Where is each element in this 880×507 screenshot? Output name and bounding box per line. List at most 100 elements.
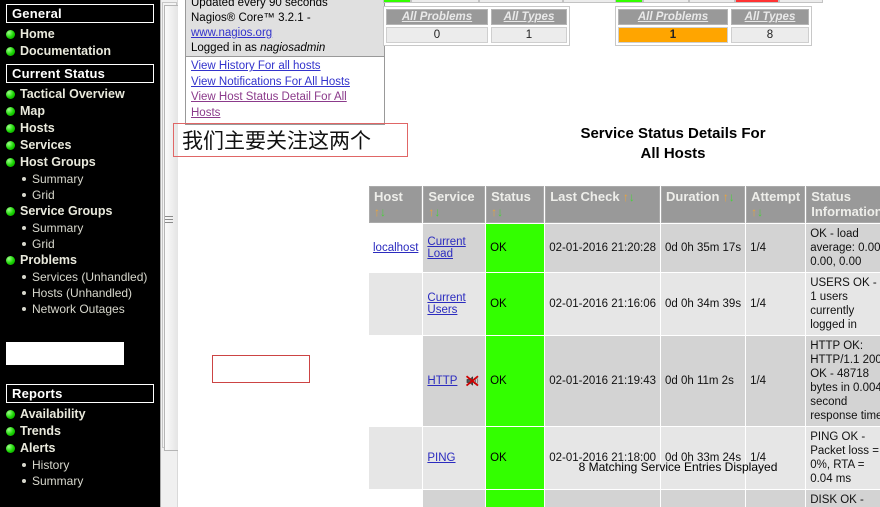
service-link[interactable]: Current Load (427, 236, 481, 260)
sidebar-subitem-grid[interactable]: Grid (0, 236, 160, 252)
cell-status-information: DISK OK - free space: / 36511 MB (95% in… (806, 490, 880, 507)
sort-descending-icon[interactable]: ↓ (434, 205, 440, 219)
sidebar-subitem-services-unhandled[interactable]: Services (Unhandled) (0, 269, 160, 285)
service-summary-strip-cell: 7 (615, 0, 643, 3)
column-header-host[interactable]: Host ↑↓ (369, 186, 423, 223)
sidebar-item-availability[interactable]: Availability (0, 406, 160, 423)
service-summary-header-all-problems[interactable]: All Problems (618, 9, 728, 25)
sort-descending-icon[interactable]: ↓ (497, 205, 503, 219)
sidebar-subitem-label: Hosts (Unhandled) (32, 286, 133, 300)
sidebar-subitem-network-outages[interactable]: Network Outages (0, 301, 160, 317)
sidebar-item-trends[interactable]: Trends (0, 423, 160, 440)
cell-last-check: 02-01-2016 21:16:06 (545, 273, 660, 335)
sidebar-subitem-summary[interactable]: Summary (0, 473, 160, 489)
service-link[interactable]: HTTP (427, 375, 457, 387)
sidebar-item-label: Services (20, 138, 72, 152)
cell-status: OK (486, 273, 545, 335)
sidebar-search-input[interactable] (6, 342, 124, 365)
cell-status: OK (486, 224, 545, 272)
service-summary-totals-values: 18 (618, 27, 809, 43)
service-link[interactable]: Current Users (427, 292, 481, 316)
status-dot-icon (6, 444, 15, 453)
column-header-duration[interactable]: Duration ↑↓ (661, 186, 746, 223)
service-summary-strip-cell: 0 (779, 0, 823, 3)
cell-host (369, 490, 423, 507)
cell-host (369, 336, 423, 426)
host-summary-strip-cell: 1 (383, 0, 411, 3)
view-history-link[interactable]: View History For all hosts (191, 60, 321, 72)
column-header-service[interactable]: Service ↑↓ (423, 186, 486, 223)
sidebar-item-host-groups[interactable]: Host Groups (0, 154, 160, 171)
service-summary-totals-header: All Problems All Types (618, 9, 809, 25)
sidebar: General Home Documentation Current Status Ta… (0, 0, 160, 507)
cell-service: HTTP (423, 336, 486, 426)
cell-attempt: 1/4 (746, 273, 806, 335)
sidebar-item-service-groups[interactable]: Service Groups (0, 203, 160, 220)
service-link[interactable]: PING (427, 452, 455, 464)
column-label: Status (491, 189, 531, 204)
column-header-status[interactable]: Status ↑↓ (486, 186, 545, 223)
sort-descending-icon[interactable]: ↓ (629, 190, 635, 204)
sidebar-item-label: Tactical Overview (20, 87, 125, 101)
column-header-attempt[interactable]: Attempt ↑↓ (746, 186, 806, 223)
sidebar-item-documentation[interactable]: Documentation (0, 43, 160, 60)
logged-in-text: Logged in as nagiosadmin (191, 42, 326, 54)
cell-status-information: OK - load average: 0.00, 0.00, 0.00 (806, 224, 880, 272)
column-label: Duration (666, 189, 720, 204)
cell-host (369, 427, 423, 489)
sidebar-item-hosts[interactable]: Hosts (0, 120, 160, 137)
view-host-status-detail-link[interactable]: View Host Status Detail For All Hosts (191, 91, 347, 119)
service-status-summary: 70010All ProblemsAll Types18 (615, 0, 823, 46)
sidebar-subitem-history[interactable]: History (0, 457, 160, 473)
cell-duration: 0d 0h 32m 47s (661, 490, 746, 507)
sort-descending-icon[interactable]: ↓ (380, 205, 386, 219)
scrollbar-track[interactable] (162, 2, 179, 451)
cell-status: OK (486, 490, 545, 507)
sidebar-item-tactical-overview[interactable]: Tactical Overview (0, 86, 160, 103)
bullet-icon (22, 193, 26, 197)
nagios-website-link[interactable]: www.nagios.org (191, 27, 272, 39)
column-header-status-information[interactable]: Status Information (806, 186, 880, 223)
sidebar-item-map[interactable]: Map (0, 103, 160, 120)
annotation-box-hosts-services: 我们主要关注这两个 (173, 123, 408, 157)
sidebar-item-services[interactable]: Services (0, 137, 160, 154)
cell-status-information: USERS OK - 1 users currently logged in (806, 273, 880, 335)
host-summary-header-all-problems[interactable]: All Problems (386, 9, 488, 25)
cell-last-check: 02-01-2016 21:17:58 (545, 490, 660, 507)
sidebar-subitem-label: Summary (32, 221, 84, 235)
frame-splitter-scrollbar[interactable] (160, 0, 179, 507)
service-cell-content: Current Load (427, 236, 481, 260)
cell-attempt: 1/4 (746, 490, 806, 507)
sidebar-item-label: Availability (20, 407, 86, 421)
sort-ascending-icon[interactable]: ↑ (620, 190, 629, 204)
cell-duration: 0d 0h 34m 39s (661, 273, 746, 335)
sidebar-subitem-summary[interactable]: Summary (0, 220, 160, 236)
sidebar-subitem-summary[interactable]: Summary (0, 171, 160, 187)
service-summary-header-all-types[interactable]: All Types (731, 9, 809, 25)
splitter-grip-icon[interactable] (165, 216, 173, 223)
column-header-last-check[interactable]: Last Check ↑↓ (545, 186, 660, 223)
sort-descending-icon[interactable]: ↓ (729, 190, 735, 204)
update-interval-text: Updated every 90 seconds (191, 0, 328, 9)
bullet-icon (22, 291, 26, 295)
sidebar-subitem-grid[interactable]: Grid (0, 187, 160, 203)
scrollbar-thumb[interactable] (164, 5, 179, 451)
sort-descending-icon[interactable]: ↓ (757, 205, 763, 219)
bullet-icon (22, 242, 26, 246)
column-label: Host (374, 189, 403, 204)
sort-ascending-icon[interactable]: ↑ (719, 190, 729, 204)
status-dot-icon (6, 141, 15, 150)
sidebar-item-alerts[interactable]: Alerts (0, 440, 160, 457)
view-notifications-link[interactable]: View Notifications For All Hosts (191, 76, 350, 88)
sidebar-item-home[interactable]: Home (0, 26, 160, 43)
status-dot-icon (6, 47, 15, 56)
sidebar-item-problems[interactable]: Problems (0, 252, 160, 269)
sidebar-subitem-label: Summary (32, 172, 84, 186)
host-summary-header-all-types[interactable]: All Types (491, 9, 567, 25)
page-title-line2: All Hosts (640, 145, 706, 162)
host-link[interactable]: localhost (373, 242, 418, 254)
sidebar-subitem-hosts-unhandled[interactable]: Hosts (Unhandled) (0, 285, 160, 301)
host-status-summary: 1000All ProblemsAll Types01 (383, 0, 635, 46)
cell-attempt: 1/4 (746, 224, 806, 272)
